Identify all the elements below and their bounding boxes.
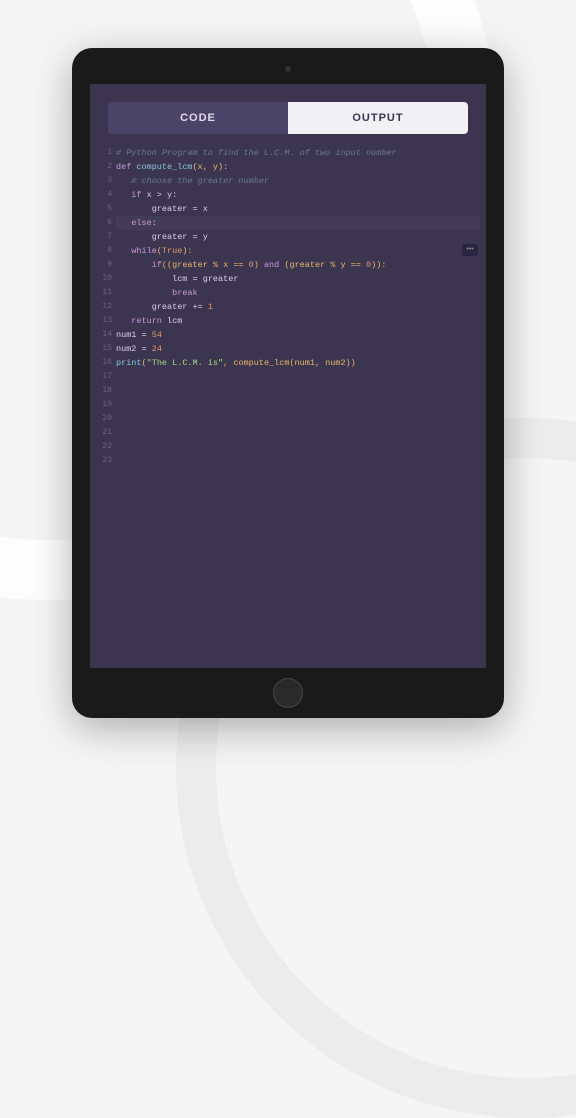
line-num: 3 — [96, 174, 112, 188]
code-body: # Python Program to find the L.C.M. of t… — [116, 146, 480, 370]
line-gutter: 1 2 3 4 5 6 7 8 9 10 11 12 13 14 15 16 1… — [96, 146, 112, 468]
line-num: 23 — [96, 454, 112, 468]
code-line: if((greater % x == 0) and (greater % y =… — [116, 258, 480, 272]
line-num: 6 — [96, 216, 112, 230]
code-line: if x > y: — [116, 188, 480, 202]
code-line: lcm = greater — [116, 272, 480, 286]
line-num: 5 — [96, 202, 112, 216]
code-line: num2 = 24 — [116, 342, 480, 356]
app-screen: CODE OUTPUT 1 2 3 4 5 6 7 8 9 10 11 12 1… — [90, 84, 486, 668]
more-icon[interactable]: ••• — [462, 244, 478, 256]
line-num: 18 — [96, 384, 112, 398]
code-line: while(True): — [116, 244, 480, 258]
camera-icon — [285, 66, 291, 72]
line-num: 12 — [96, 300, 112, 314]
tab-code[interactable]: CODE — [108, 102, 288, 134]
line-num: 2 — [96, 160, 112, 174]
code-line: # choose the greater number — [116, 174, 480, 188]
code-line: # Python Program to find the L.C.M. of t… — [116, 146, 480, 160]
code-line: else: — [116, 216, 480, 230]
line-num: 14 — [96, 328, 112, 342]
line-num: 15 — [96, 342, 112, 356]
code-line: num1 = 54 — [116, 328, 480, 342]
line-num: 4 — [96, 188, 112, 202]
line-num: 20 — [96, 412, 112, 426]
line-num: 11 — [96, 286, 112, 300]
line-num: 17 — [96, 370, 112, 384]
code-line: return lcm — [116, 314, 480, 328]
home-button[interactable] — [273, 678, 303, 708]
line-num: 13 — [96, 314, 112, 328]
code-line: def compute_lcm(x, y): — [116, 160, 480, 174]
code-line: greater = y — [116, 230, 480, 244]
code-editor[interactable]: 1 2 3 4 5 6 7 8 9 10 11 12 13 14 15 16 1… — [96, 146, 480, 370]
code-line: print("The L.C.M. is", compute_lcm(num1,… — [116, 356, 480, 370]
line-num: 10 — [96, 272, 112, 286]
line-num: 19 — [96, 398, 112, 412]
tab-bar: CODE OUTPUT — [108, 102, 468, 134]
tablet-frame: CODE OUTPUT 1 2 3 4 5 6 7 8 9 10 11 12 1… — [72, 48, 504, 718]
line-num: 22 — [96, 440, 112, 454]
code-line: greater = x — [116, 202, 480, 216]
code-line: greater += 1 — [116, 300, 480, 314]
line-num: 7 — [96, 230, 112, 244]
code-line: break — [116, 286, 480, 300]
line-num: 21 — [96, 426, 112, 440]
line-num: 1 — [96, 146, 112, 160]
tab-output[interactable]: OUTPUT — [288, 102, 468, 134]
line-num: 9 — [96, 258, 112, 272]
line-num: 8 — [96, 244, 112, 258]
line-num: 16 — [96, 356, 112, 370]
